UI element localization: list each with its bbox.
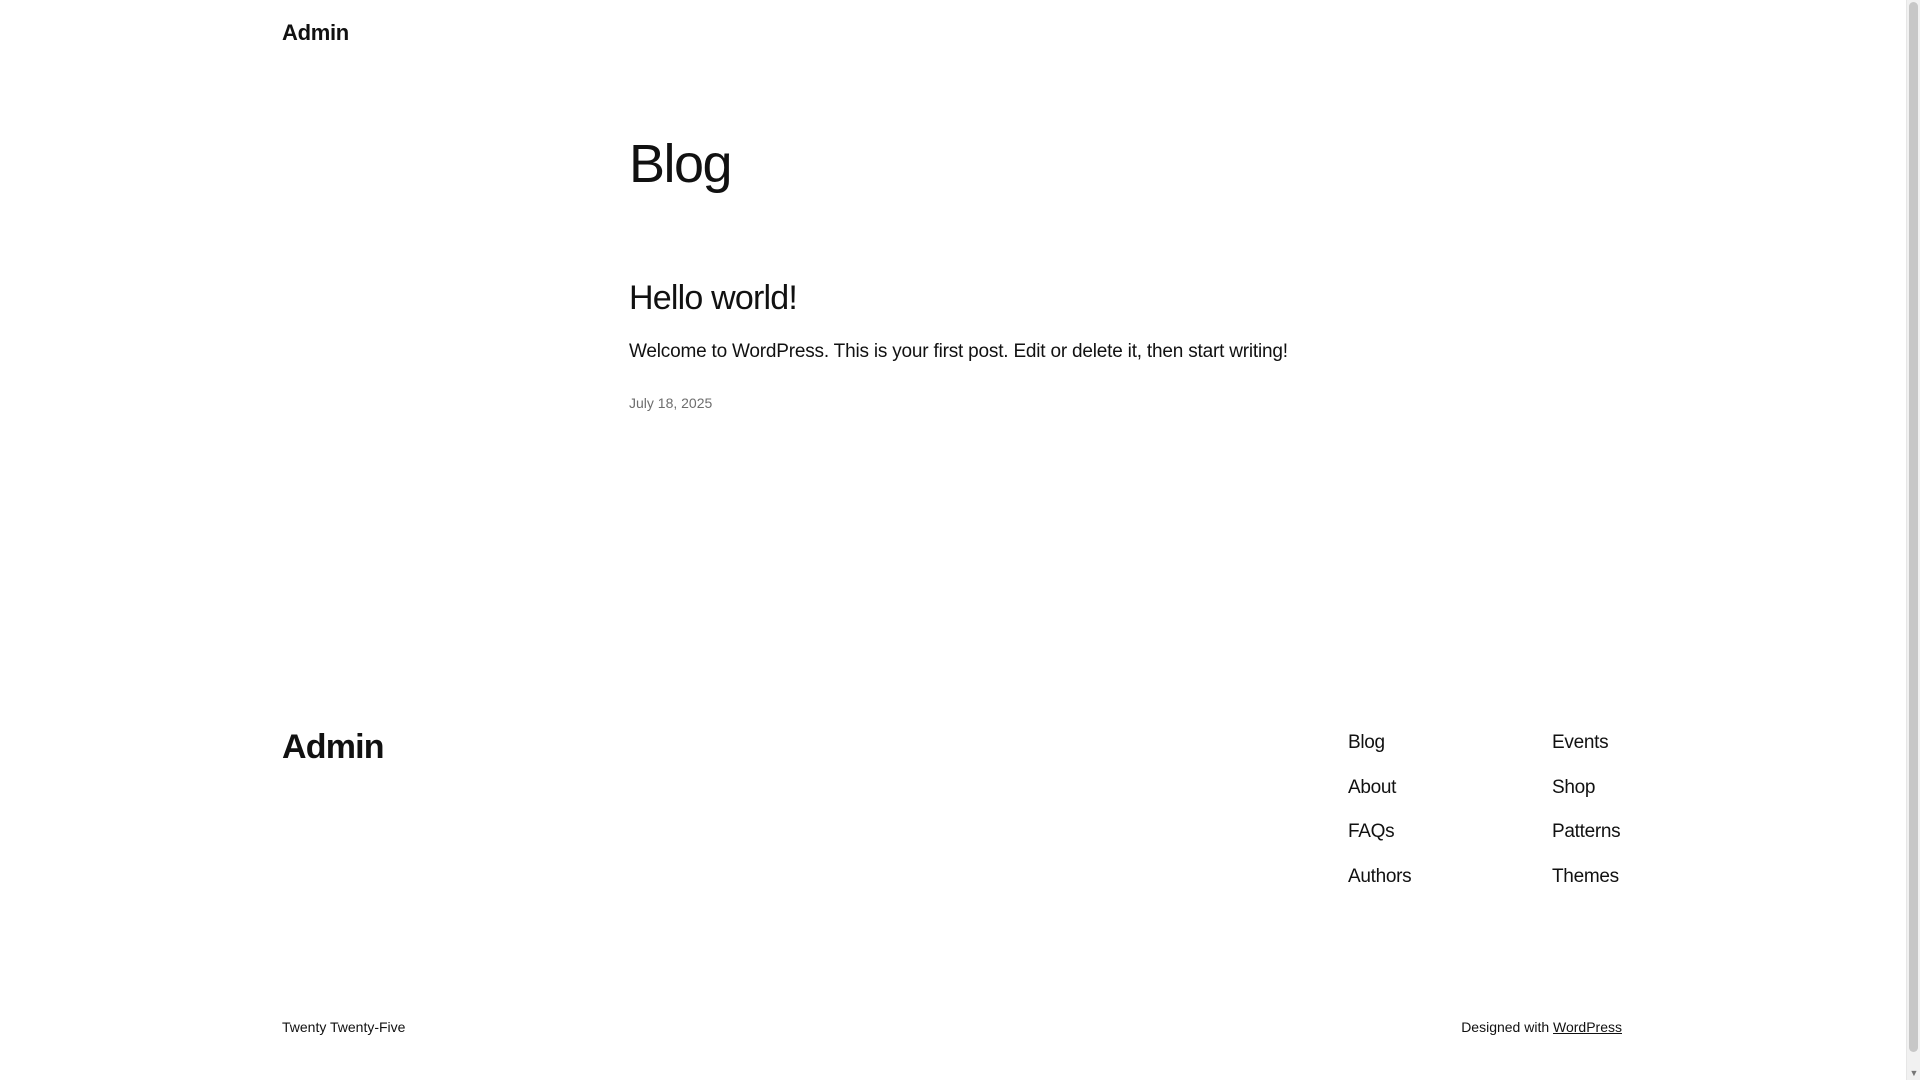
vertical-scrollbar[interactable]: ▼: [1906, 0, 1920, 1080]
scroll-down-arrow-icon[interactable]: ▼: [1907, 1066, 1920, 1080]
footer-link-themes[interactable]: Themes: [1552, 864, 1620, 909]
footer-link-patterns[interactable]: Patterns: [1552, 819, 1621, 864]
header-site-title-link[interactable]: Admin: [282, 20, 349, 46]
footer-theme-credit: Twenty Twenty-Five: [282, 1019, 406, 1035]
scrollbar-thumb[interactable]: [1909, 2, 1918, 1052]
footer-site-title-link[interactable]: Admin: [282, 728, 385, 767]
footer-nav-column-1: Blog About FAQs Authors: [1348, 730, 1412, 909]
footer-designed-with: Designed with WordPress: [1461, 1019, 1622, 1035]
footer-link-blog[interactable]: Blog: [1348, 730, 1411, 775]
footer-link-events[interactable]: Events: [1552, 730, 1620, 775]
footer-link-authors[interactable]: Authors: [1348, 864, 1412, 909]
footer-link-faqs[interactable]: FAQs: [1348, 819, 1411, 864]
page-title: Blog: [629, 134, 733, 194]
post-date-link[interactable]: July 18, 2025: [629, 395, 712, 411]
page: Admin Blog Hello world! Welcome to WordP…: [0, 0, 1920, 1080]
footer-link-about[interactable]: About: [1348, 775, 1411, 820]
post-title-link[interactable]: Hello world!: [629, 278, 798, 319]
wordpress-link[interactable]: WordPress: [1553, 1019, 1622, 1035]
footer-link-shop[interactable]: Shop: [1552, 775, 1620, 820]
post-excerpt: Welcome to WordPress. This is your first…: [629, 341, 1288, 362]
designed-with-prefix: Designed with: [1461, 1019, 1550, 1035]
footer-nav-column-2: Events Shop Patterns Themes: [1552, 730, 1621, 909]
